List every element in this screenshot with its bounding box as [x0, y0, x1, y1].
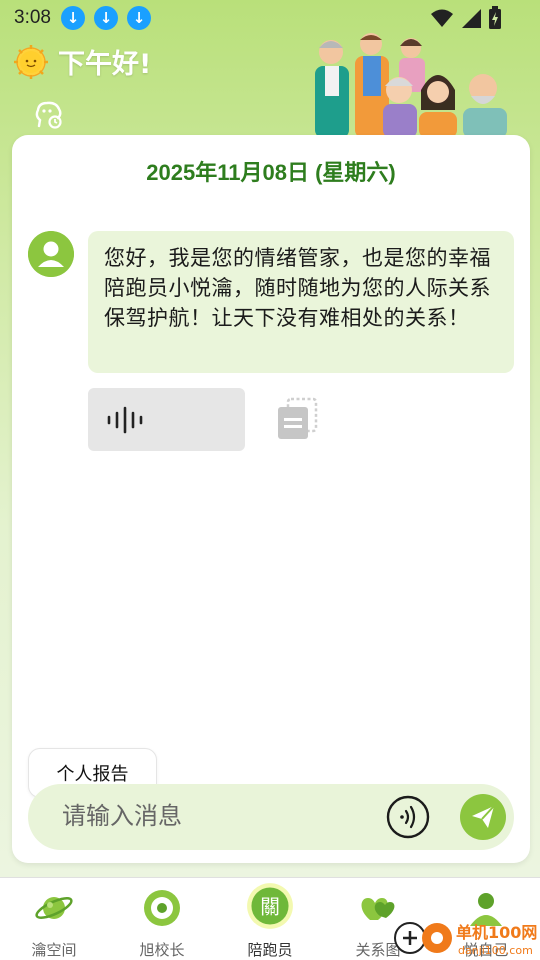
message-input-bar [28, 784, 514, 850]
chat-date: 2025年11月08日 (星期六) [146, 160, 396, 185]
download-icon: ↓ [93, 6, 118, 30]
download-icon: ↓ [126, 6, 151, 30]
wifi-icon [431, 9, 453, 27]
send-icon [472, 805, 495, 828]
voice-playback-button[interactable] [88, 388, 245, 451]
audio-wave-icon [107, 406, 143, 433]
copy-icon[interactable] [276, 397, 320, 441]
watermark-text: 单机100网 [456, 923, 537, 942]
nav-item-principal[interactable]: 旭校长 [108, 878, 216, 960]
nav-label: 陪跑员 [247, 941, 293, 959]
companion-glyph-icon: 關 [247, 883, 293, 929]
nav-label: 瀹空间 [31, 941, 77, 959]
emotion-brain-icon[interactable] [34, 100, 64, 130]
chat-card: 2025年11月08日 (星期六) 您好，我是您的情绪管家，也是您的幸福陪跑员小… [12, 135, 530, 863]
companion-glyph: 關 [260, 896, 280, 919]
watermark-logo: 单机100网 danji100.com [394, 922, 537, 957]
target-icon [144, 890, 180, 926]
voice-input-icon[interactable] [386, 795, 430, 839]
greeting: 下午好! [14, 42, 151, 81]
send-button[interactable] [460, 794, 506, 840]
status-icons [430, 6, 502, 30]
nav-label: 旭校长 [139, 941, 185, 959]
nav-item-space[interactable]: 瀹空间 [0, 878, 108, 960]
watermark-url: danji100.com [458, 944, 533, 957]
nav-item-companion[interactable]: 關 陪跑员 [216, 878, 324, 960]
assistant-message: 您好，我是您的情绪管家，也是您的幸福陪跑员小悦瀹，随时随地为您的人际关系保驾护航… [88, 231, 514, 373]
family-illustration [315, 33, 507, 138]
battery-charging-icon [489, 6, 501, 29]
download-icon: ↓ [60, 6, 85, 30]
signal-icon [462, 9, 481, 28]
message-input[interactable] [62, 796, 362, 836]
planet-icon [35, 897, 73, 919]
sun-icon [14, 44, 48, 79]
assistant-avatar-icon [28, 231, 74, 277]
greeting-text: 下午好! [58, 49, 152, 80]
status-time: 3:08 [14, 7, 51, 28]
